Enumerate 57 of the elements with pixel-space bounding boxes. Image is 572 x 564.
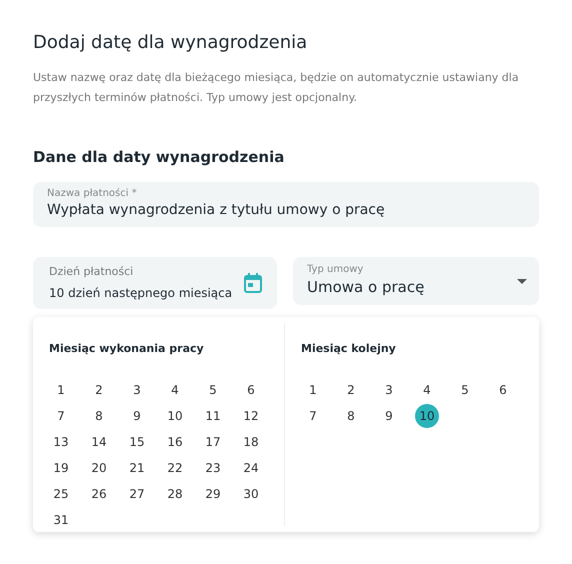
day-button[interactable]: 15: [125, 430, 149, 454]
field-label: Dzień płatności: [49, 264, 134, 280]
day-button[interactable]: 27: [125, 482, 149, 506]
day-button[interactable]: 10: [163, 404, 187, 428]
calendar-title: Miesiąc kolejny: [301, 341, 397, 357]
day-button[interactable]: 7: [301, 404, 325, 428]
day-button[interactable]: 2: [339, 378, 363, 402]
day-button[interactable]: 8: [87, 404, 111, 428]
day-button[interactable]: 21: [125, 456, 149, 480]
day-button[interactable]: 1: [301, 378, 325, 402]
field-value: Wypłata wynagrodzenia z tytułu umowy o pracę: [47, 201, 386, 220]
day-button[interactable]: 14: [87, 430, 111, 454]
calendar-icon[interactable]: [243, 272, 263, 294]
payment-name-field[interactable]: Nazwa płatności * Wypłata wynagrodzenia z tytułu umowy o pracę: [33, 182, 539, 227]
day-button[interactable]: 31: [49, 508, 73, 532]
day-button[interactable]: 16: [163, 430, 187, 454]
day-button[interactable]: 4: [415, 378, 439, 402]
day-button[interactable]: 2: [87, 378, 111, 402]
field-label: Nazwa płatności *: [47, 187, 138, 200]
day-button[interactable]: 22: [163, 456, 187, 480]
day-button[interactable]: 25: [49, 482, 73, 506]
day-button[interactable]: 29: [201, 482, 225, 506]
page-title: Dodaj datę dla wynagrodzenia: [33, 31, 308, 55]
day-button[interactable]: 3: [125, 378, 149, 402]
field-value: 10 dzień następnego miesiąca: [49, 284, 232, 302]
day-button[interactable]: 17: [201, 430, 225, 454]
section-title: Dane dla daty wynagrodzenia: [33, 147, 286, 168]
description: Ustaw nazwę oraz datę dla bieżącego miesiąca, będzie on automatycznie ustawiany dla przyszłych terminów płatności. Typ umowy jest opcjonalny.: [33, 70, 520, 106]
day-button[interactable]: 26: [87, 482, 111, 506]
day-button[interactable]: 3: [377, 378, 401, 402]
day-button[interactable]: 4: [163, 378, 187, 402]
day-button[interactable]: 30: [239, 482, 263, 506]
day-button[interactable]: 18: [239, 430, 263, 454]
day-button[interactable]: 6: [491, 378, 515, 402]
day-button[interactable]: 11: [201, 404, 225, 428]
calendar-title: Miesiąc wykonania pracy: [49, 341, 205, 357]
contract-type-dropdown[interactable]: Typ umowy Umowa o pracę: [293, 257, 539, 305]
caret-icon: [517, 278, 527, 284]
day-button[interactable]: 5: [201, 378, 225, 402]
day-button[interactable]: 7: [49, 404, 73, 428]
day-button[interactable]: 12: [239, 404, 263, 428]
day-button[interactable]: 9: [377, 404, 401, 428]
day-button[interactable]: 20: [87, 456, 111, 480]
payment-day-field[interactable]: Dzień płatności 10 dzień następnego miesiąca: [33, 257, 277, 309]
day-button[interactable]: 9: [125, 404, 149, 428]
day-button[interactable]: 23: [201, 456, 225, 480]
day-button[interactable]: 10: [415, 404, 439, 428]
day-button[interactable]: 13: [49, 430, 73, 454]
day-button[interactable]: 24: [239, 456, 263, 480]
day-button[interactable]: 5: [453, 378, 477, 402]
field-label: Typ umowy: [307, 264, 364, 276]
field-value: Umowa o pracę: [307, 277, 424, 298]
day-button[interactable]: 6: [239, 378, 263, 402]
day-button[interactable]: 1: [49, 378, 73, 402]
day-button[interactable]: 28: [163, 482, 187, 506]
day-button[interactable]: 8: [339, 404, 363, 428]
day-button[interactable]: 19: [49, 456, 73, 480]
